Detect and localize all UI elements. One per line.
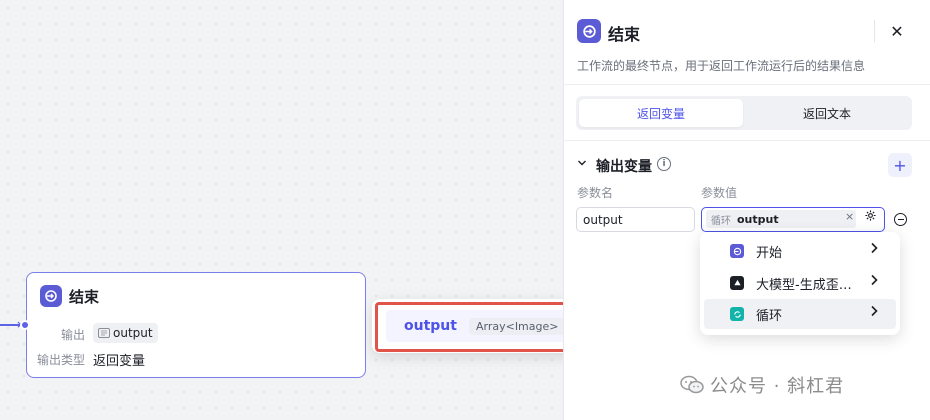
add-variable-button[interactable]: + bbox=[888, 153, 912, 177]
variable-source-dropdown: 开始 大模型-生成歪… 循环 bbox=[700, 232, 900, 335]
section-title: 输出变量 bbox=[596, 159, 652, 175]
panel-title: 结束 bbox=[608, 25, 641, 44]
param-value-name: output bbox=[737, 212, 779, 226]
remove-variable-button[interactable] bbox=[894, 213, 907, 226]
node-input-port[interactable] bbox=[20, 320, 30, 330]
watermark-text: 公众号 · 斜杠君 bbox=[710, 376, 845, 397]
divider bbox=[564, 84, 930, 85]
settings-gear-icon[interactable] bbox=[864, 209, 877, 226]
chevron-right-icon bbox=[870, 242, 878, 258]
tab-return-variable[interactable]: 返回变量 bbox=[579, 99, 743, 127]
chevron-right-icon bbox=[870, 305, 878, 321]
llm-node-icon bbox=[730, 276, 744, 290]
node-output-type-value: 返回变量 bbox=[93, 354, 146, 369]
wechat-icon bbox=[680, 375, 704, 394]
variable-icon bbox=[98, 328, 110, 338]
dropdown-item-label: 开始 bbox=[756, 245, 783, 261]
node-output-var-name: output bbox=[113, 326, 153, 340]
watermark: 公众号 · 斜杠君 bbox=[680, 372, 844, 398]
collapse-chevron-icon[interactable] bbox=[577, 157, 587, 171]
column-header-name: 参数名 bbox=[577, 186, 614, 200]
loop-node-icon bbox=[730, 307, 744, 321]
node-title: 结束 bbox=[69, 288, 100, 306]
chevron-right-icon bbox=[870, 274, 878, 290]
return-mode-tabs: 返回变量 返回文本 bbox=[576, 96, 912, 130]
param-value-tag: 循环 output bbox=[706, 210, 856, 228]
dropdown-item-start[interactable]: 开始 bbox=[704, 236, 896, 266]
dropdown-item-label: 循环 bbox=[756, 308, 783, 324]
header-divider bbox=[874, 20, 875, 42]
param-value-selector[interactable]: 循环 output × bbox=[701, 207, 885, 232]
divider bbox=[564, 140, 930, 141]
end-node-card[interactable]: 结束 输出 output 输出类型 返回变量 bbox=[26, 272, 366, 378]
info-icon[interactable]: i bbox=[657, 157, 671, 171]
start-node-icon bbox=[730, 244, 744, 258]
param-name-input[interactable] bbox=[576, 207, 695, 232]
node-output-label: 输出 bbox=[60, 328, 85, 342]
clear-icon[interactable]: × bbox=[845, 210, 854, 223]
close-button[interactable]: ✕ bbox=[884, 18, 910, 44]
column-header-value: 参数值 bbox=[701, 186, 738, 200]
dropdown-item-loop[interactable]: 循环 bbox=[704, 299, 896, 329]
panel-end-node-icon bbox=[577, 19, 601, 43]
dropdown-item-label: 大模型-生成歪… bbox=[756, 277, 852, 293]
node-output-var-chip: output bbox=[93, 323, 158, 343]
end-node-icon bbox=[40, 285, 62, 307]
param-value-source: 循环 bbox=[711, 215, 731, 227]
node-settings-panel: 结束 ✕ 工作流的最终节点，用于返回工作流运行后的结果信息 返回变量 返回文本 … bbox=[563, 0, 930, 420]
node-output-type-label: 输出类型 bbox=[36, 353, 85, 367]
tab-return-text[interactable]: 返回文本 bbox=[745, 99, 909, 127]
panel-description: 工作流的最终节点，用于返回工作流运行后的结果信息 bbox=[577, 59, 866, 73]
dropdown-item-llm[interactable]: 大模型-生成歪… bbox=[704, 268, 896, 298]
